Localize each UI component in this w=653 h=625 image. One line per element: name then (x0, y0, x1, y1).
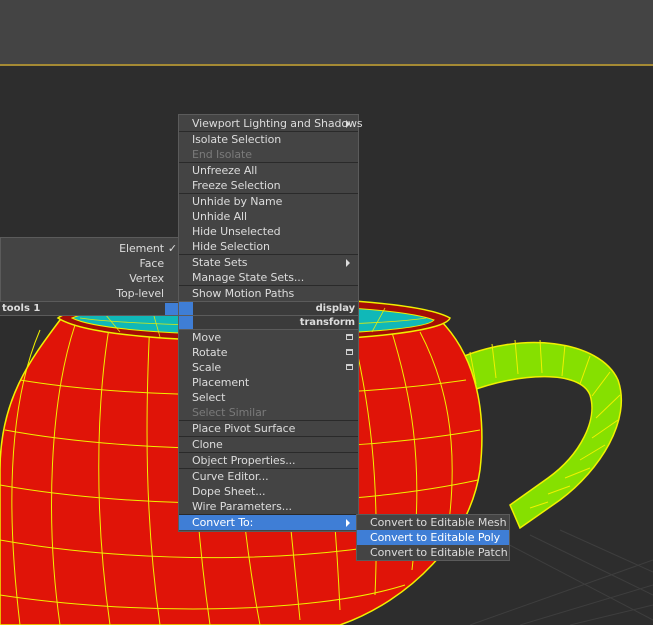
menu-item-curve-editor[interactable]: Curve Editor... (192, 469, 269, 484)
menu-item-clone[interactable]: Clone (192, 437, 223, 452)
settings-box-icon[interactable] (346, 334, 353, 340)
menu-item-face[interactable]: Face (140, 256, 165, 271)
menu-item-scale[interactable]: Scale (192, 360, 221, 375)
menu-item-state-sets[interactable]: State Sets (192, 255, 248, 270)
menu-item-convert-editable-patch[interactable]: Convert to Editable Patch (370, 545, 508, 560)
submenu-arrow-icon (346, 519, 350, 527)
settings-box-icon[interactable] (346, 349, 353, 355)
menu-item-vertex[interactable]: Vertex (129, 271, 164, 286)
menu-item-convert-editable-poly[interactable]: Convert to Editable Poly (357, 530, 509, 545)
menu-item-place-pivot-surface[interactable]: Place Pivot Surface (192, 421, 295, 436)
transform-header: transform (179, 315, 358, 330)
element-check-icon: ✓ (167, 242, 177, 255)
menu-item-unhide-all[interactable]: Unhide All (192, 209, 247, 224)
menu-item-unhide-by-name[interactable]: Unhide by Name (192, 194, 282, 209)
menu-item-hide-unselected[interactable]: Hide Unselected (192, 224, 281, 239)
menu-item-convert-to[interactable]: Convert To: (179, 515, 358, 530)
quad-center-indicator (179, 316, 193, 329)
menu-item-convert-to-label: Convert To: (192, 516, 254, 529)
menu-item-isolate-selection[interactable]: Isolate Selection (192, 132, 281, 147)
menu-item-wire-parameters[interactable]: Wire Parameters... (192, 499, 292, 514)
display-header: display (179, 301, 358, 316)
display-header-label: display (315, 303, 355, 314)
convert-to-submenu: Convert to Editable Mesh Convert to Edit… (356, 514, 510, 561)
menu-item-dope-sheet[interactable]: Dope Sheet... (192, 484, 266, 499)
menu-item-select-similar: Select Similar (192, 406, 267, 419)
main-quad-menu: Viewport Lighting and Shadows Isolate Se… (178, 114, 363, 532)
menu-item-hide-selection[interactable]: Hide Selection (192, 239, 270, 254)
menu-item-element[interactable]: Element (119, 241, 164, 256)
menu-item-convert-editable-mesh[interactable]: Convert to Editable Mesh (370, 515, 507, 530)
quad-center-indicator (165, 303, 179, 315)
tools1-quad-menu: Element ✓ Face Vertex Top-level (0, 237, 180, 303)
quad-center-indicator (179, 302, 193, 316)
menu-item-object-properties[interactable]: Object Properties... (192, 453, 296, 468)
transform-header-label: transform (299, 317, 355, 328)
submenu-arrow-icon (346, 120, 350, 128)
menu-item-viewport-lighting[interactable]: Viewport Lighting and Shadows (192, 116, 363, 131)
viewport-toolbar-area (0, 0, 653, 64)
menu-item-convert-editable-poly-label: Convert to Editable Poly (370, 531, 501, 544)
menu-item-unfreeze-all[interactable]: Unfreeze All (192, 163, 257, 178)
menu-item-manage-state-sets[interactable]: Manage State Sets... (192, 270, 304, 285)
menu-item-move[interactable]: Move (192, 330, 221, 345)
menu-item-end-isolate: End Isolate (192, 148, 252, 161)
menu-item-top-level[interactable]: Top-level (116, 286, 164, 301)
menu-item-placement[interactable]: Placement (192, 375, 249, 390)
menu-item-show-motion-paths[interactable]: Show Motion Paths (192, 286, 294, 301)
submenu-arrow-icon (346, 259, 350, 267)
menu-item-rotate[interactable]: Rotate (192, 345, 228, 360)
menu-item-freeze-selection[interactable]: Freeze Selection (192, 178, 281, 193)
menu-item-select[interactable]: Select (192, 390, 225, 405)
tools1-header-label: tools 1 (2, 303, 41, 314)
settings-box-icon[interactable] (346, 364, 353, 370)
tools1-header: tools 1 (0, 301, 179, 316)
